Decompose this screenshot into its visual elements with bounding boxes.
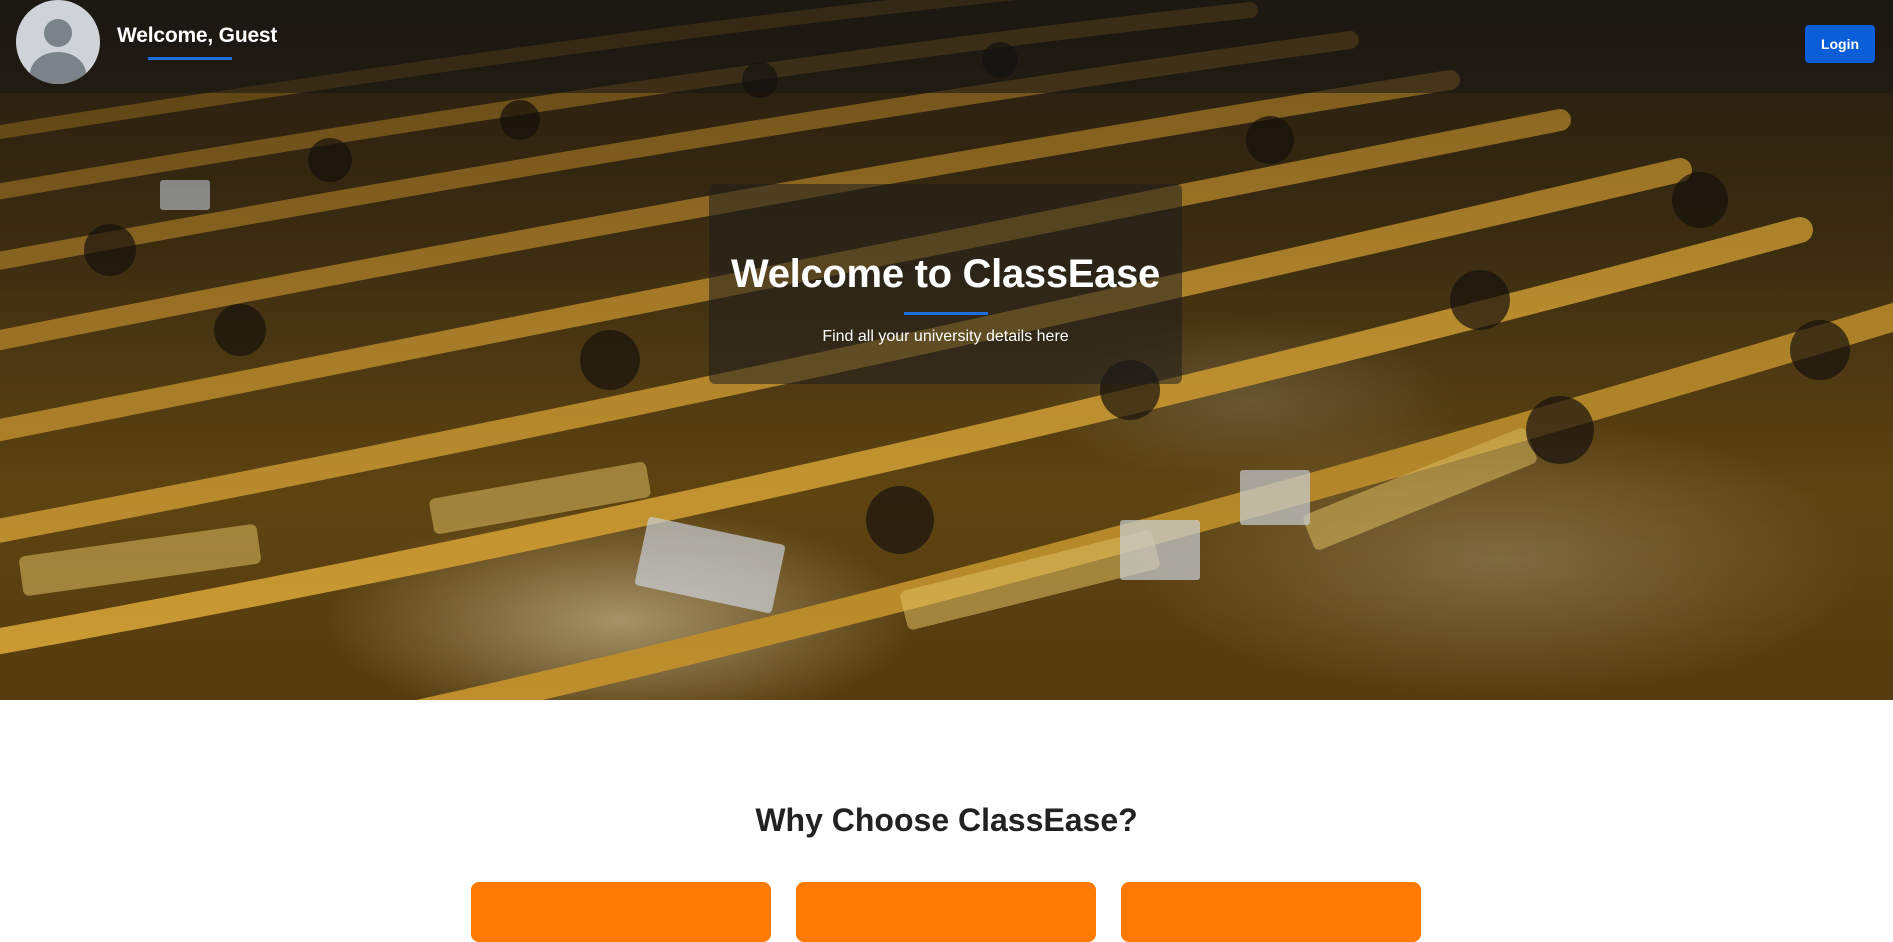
hero-subtitle: Find all your university details here — [822, 328, 1069, 345]
welcome-greeting: Welcome, Guest — [117, 24, 278, 47]
top-bar: Welcome, Guest Login — [0, 0, 1893, 93]
hero-title-underline — [904, 312, 988, 315]
feature-card[interactable] — [471, 882, 771, 942]
hero-title: Welcome to ClassEase — [730, 252, 1161, 296]
hero-section: Welcome to ClassEase Find all your unive… — [0, 0, 1893, 700]
user-silhouette-icon — [30, 19, 86, 84]
why-choose-section: Why Choose ClassEase? — [0, 700, 1893, 942]
hero-card: Welcome to ClassEase Find all your unive… — [709, 184, 1182, 384]
greeting-underline — [148, 57, 232, 60]
user-avatar-icon[interactable] — [16, 0, 100, 84]
feature-card[interactable] — [1121, 882, 1421, 942]
feature-card[interactable] — [796, 882, 1096, 942]
section-title: Why Choose ClassEase? — [755, 802, 1138, 838]
login-button[interactable]: Login — [1805, 25, 1875, 63]
